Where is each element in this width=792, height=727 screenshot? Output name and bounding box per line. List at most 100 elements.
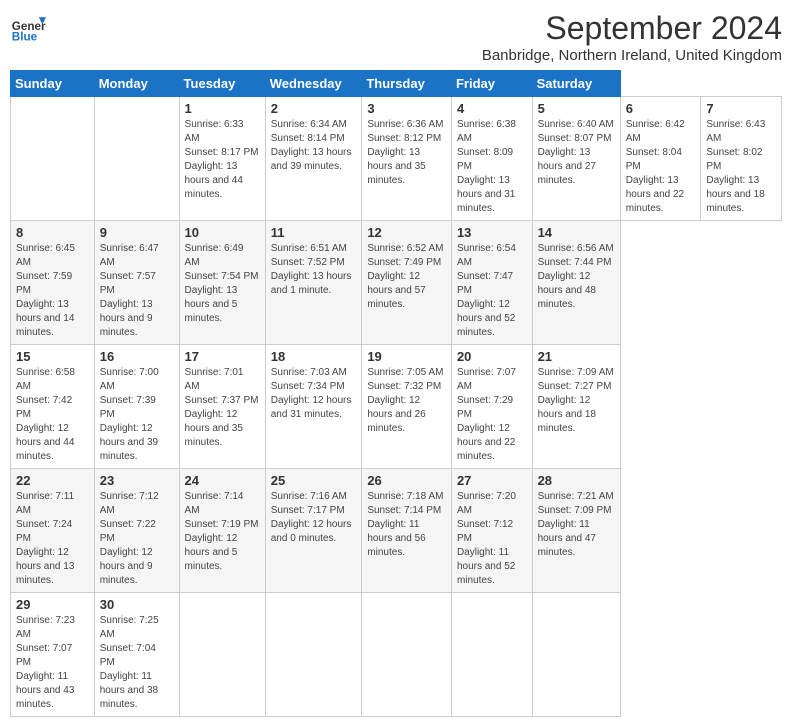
day-detail: Sunrise: 6:45 AMSunset: 7:59 PMDaylight:… — [16, 242, 89, 340]
calendar-cell: 10 Sunrise: 6:49 AMSunset: 7:54 PMDayligh… — [179, 221, 265, 345]
week-row: 8 Sunrise: 6:45 AMSunset: 7:59 PMDaylight… — [11, 221, 782, 345]
day-detail: Sunrise: 7:01 AMSunset: 7:37 PMDaylight:… — [185, 366, 260, 450]
weekday-header: Sunday — [11, 71, 95, 97]
day-number: 21 — [538, 349, 615, 364]
day-number: 25 — [271, 473, 357, 488]
calendar-cell: 4 Sunrise: 6:38 AMSunset: 8:09 PMDaylight… — [451, 97, 532, 221]
calendar-cell: 14Sunrise: 6:56 AMSunset: 7:44 PMDayligh… — [532, 221, 620, 345]
day-number: 4 — [457, 101, 527, 116]
day-number: 8 — [16, 225, 89, 240]
calendar-cell: 26Sunrise: 7:18 AMSunset: 7:14 PMDayligh… — [362, 469, 452, 593]
day-detail: Sunrise: 7:16 AMSunset: 7:17 PMDaylight:… — [271, 490, 357, 546]
week-row: 29 Sunrise: 7:23 AMSunset: 7:07 PMDayligh… — [11, 593, 782, 717]
calendar-table: SundayMondayTuesdayWednesdayThursdayFrid… — [10, 70, 782, 717]
calendar-cell — [265, 593, 362, 717]
day-detail: Sunrise: 7:03 AMSunset: 7:34 PMDaylight:… — [271, 366, 357, 422]
day-detail: Sunrise: 6:51 AMSunset: 7:52 PMDaylight:… — [271, 242, 357, 298]
calendar-cell: 8 Sunrise: 6:45 AMSunset: 7:59 PMDaylight… — [11, 221, 95, 345]
week-row: 15Sunrise: 6:58 AMSunset: 7:42 PMDayligh… — [11, 345, 782, 469]
day-detail: Sunrise: 7:05 AMSunset: 7:32 PMDaylight:… — [367, 366, 446, 436]
calendar-cell: 29 Sunrise: 7:23 AMSunset: 7:07 PMDayligh… — [11, 593, 95, 717]
calendar-cell: 27Sunrise: 7:20 AMSunset: 7:12 PMDayligh… — [451, 469, 532, 593]
day-number: 24 — [185, 473, 260, 488]
day-number: 17 — [185, 349, 260, 364]
day-detail: Sunrise: 7:11 AMSunset: 7:24 PMDaylight:… — [16, 490, 89, 588]
day-number: 16 — [100, 349, 174, 364]
header: General Blue September 2024 Banbridge, N… — [10, 10, 782, 64]
day-detail: Sunrise: 6:43 AMSunset: 8:02 PMDaylight:… — [706, 118, 776, 216]
calendar-cell: 23 Sunrise: 7:12 AMSunset: 7:22 PMDayligh… — [94, 469, 179, 593]
day-detail: Sunrise: 6:54 AMSunset: 7:47 PMDaylight:… — [457, 242, 527, 340]
day-detail: Sunrise: 6:36 AMSunset: 8:12 PMDaylight:… — [367, 118, 446, 188]
week-row: 22 Sunrise: 7:11 AMSunset: 7:24 PMDayligh… — [11, 469, 782, 593]
calendar-cell: 20Sunrise: 7:07 AMSunset: 7:29 PMDayligh… — [451, 345, 532, 469]
calendar-cell — [179, 593, 265, 717]
calendar-cell: 1Sunrise: 6:33 AMSunset: 8:17 PMDaylight… — [179, 97, 265, 221]
weekday-header: Monday — [94, 71, 179, 97]
calendar-cell — [532, 593, 620, 717]
calendar-cell — [94, 97, 179, 221]
calendar-cell: 22 Sunrise: 7:11 AMSunset: 7:24 PMDayligh… — [11, 469, 95, 593]
calendar-cell: 18 Sunrise: 7:03 AMSunset: 7:34 PMDayligh… — [265, 345, 362, 469]
day-detail: Sunrise: 7:23 AMSunset: 7:07 PMDaylight:… — [16, 614, 89, 712]
calendar-cell: 7Sunrise: 6:43 AMSunset: 8:02 PMDaylight… — [701, 97, 782, 221]
day-number: 13 — [457, 225, 527, 240]
calendar-cell — [451, 593, 532, 717]
weekday-header: Friday — [451, 71, 532, 97]
week-row: 1Sunrise: 6:33 AMSunset: 8:17 PMDaylight… — [11, 97, 782, 221]
day-detail: Sunrise: 6:38 AMSunset: 8:09 PMDaylight:… — [457, 118, 527, 216]
calendar-cell: 15Sunrise: 6:58 AMSunset: 7:42 PMDayligh… — [11, 345, 95, 469]
day-number: 10 — [185, 225, 260, 240]
day-detail: Sunrise: 7:25 AMSunset: 7:04 PMDaylight:… — [100, 614, 174, 712]
day-number: 20 — [457, 349, 527, 364]
day-number: 23 — [100, 473, 174, 488]
day-detail: Sunrise: 7:20 AMSunset: 7:12 PMDaylight:… — [457, 490, 527, 588]
calendar-cell: 3Sunrise: 6:36 AMSunset: 8:12 PMDaylight… — [362, 97, 452, 221]
day-number: 22 — [16, 473, 89, 488]
calendar-cell: 16 Sunrise: 7:00 AMSunset: 7:39 PMDayligh… — [94, 345, 179, 469]
day-detail: Sunrise: 6:47 AMSunset: 7:57 PMDaylight:… — [100, 242, 174, 340]
day-number: 29 — [16, 597, 89, 612]
day-detail: Sunrise: 7:09 AMSunset: 7:27 PMDaylight:… — [538, 366, 615, 436]
day-number: 5 — [538, 101, 615, 116]
weekday-header: Saturday — [532, 71, 620, 97]
calendar-cell: 6Sunrise: 6:42 AMSunset: 8:04 PMDaylight… — [620, 97, 701, 221]
day-number: 9 — [100, 225, 174, 240]
calendar-cell: 11 Sunrise: 6:51 AMSunset: 7:52 PMDayligh… — [265, 221, 362, 345]
day-detail: Sunrise: 6:49 AMSunset: 7:54 PMDaylight:… — [185, 242, 260, 326]
day-number: 11 — [271, 225, 357, 240]
day-number: 12 — [367, 225, 446, 240]
calendar-cell: 9 Sunrise: 6:47 AMSunset: 7:57 PMDaylight… — [94, 221, 179, 345]
calendar-cell: 12 Sunrise: 6:52 AMSunset: 7:49 PMDayligh… — [362, 221, 452, 345]
day-number: 1 — [185, 101, 260, 116]
calendar-cell: 30Sunrise: 7:25 AMSunset: 7:04 PMDayligh… — [94, 593, 179, 717]
calendar-cell: 17 Sunrise: 7:01 AMSunset: 7:37 PMDayligh… — [179, 345, 265, 469]
day-detail: Sunrise: 6:42 AMSunset: 8:04 PMDaylight:… — [626, 118, 696, 216]
calendar-cell: 28 Sunrise: 7:21 AMSunset: 7:09 PMDayligh… — [532, 469, 620, 593]
calendar-cell — [11, 97, 95, 221]
subtitle: Banbridge, Northern Ireland, United King… — [482, 47, 782, 64]
day-number: 26 — [367, 473, 446, 488]
day-number: 18 — [271, 349, 357, 364]
day-detail: Sunrise: 7:21 AMSunset: 7:09 PMDaylight:… — [538, 490, 615, 560]
header-row: SundayMondayTuesdayWednesdayThursdayFrid… — [11, 71, 782, 97]
day-detail: Sunrise: 7:14 AMSunset: 7:19 PMDaylight:… — [185, 490, 260, 574]
calendar-cell: 2Sunrise: 6:34 AMSunset: 8:14 PMDaylight… — [265, 97, 362, 221]
weekday-header: Wednesday — [265, 71, 362, 97]
day-detail: Sunrise: 7:12 AMSunset: 7:22 PMDaylight:… — [100, 490, 174, 588]
day-detail: Sunrise: 7:00 AMSunset: 7:39 PMDaylight:… — [100, 366, 174, 464]
day-detail: Sunrise: 6:40 AMSunset: 8:07 PMDaylight:… — [538, 118, 615, 188]
day-number: 14 — [538, 225, 615, 240]
calendar-cell: 19Sunrise: 7:05 AMSunset: 7:32 PMDayligh… — [362, 345, 452, 469]
logo-icon: General Blue — [10, 10, 46, 46]
day-number: 15 — [16, 349, 89, 364]
day-detail: Sunrise: 6:34 AMSunset: 8:14 PMDaylight:… — [271, 118, 357, 174]
day-number: 28 — [538, 473, 615, 488]
weekday-header: Tuesday — [179, 71, 265, 97]
calendar-cell: 21 Sunrise: 7:09 AMSunset: 7:27 PMDayligh… — [532, 345, 620, 469]
calendar-cell: 24 Sunrise: 7:14 AMSunset: 7:19 PMDayligh… — [179, 469, 265, 593]
main-title: September 2024 — [482, 10, 782, 47]
day-detail: Sunrise: 6:52 AMSunset: 7:49 PMDaylight:… — [367, 242, 446, 312]
calendar-cell: 25 Sunrise: 7:16 AMSunset: 7:17 PMDayligh… — [265, 469, 362, 593]
weekday-header: Thursday — [362, 71, 452, 97]
